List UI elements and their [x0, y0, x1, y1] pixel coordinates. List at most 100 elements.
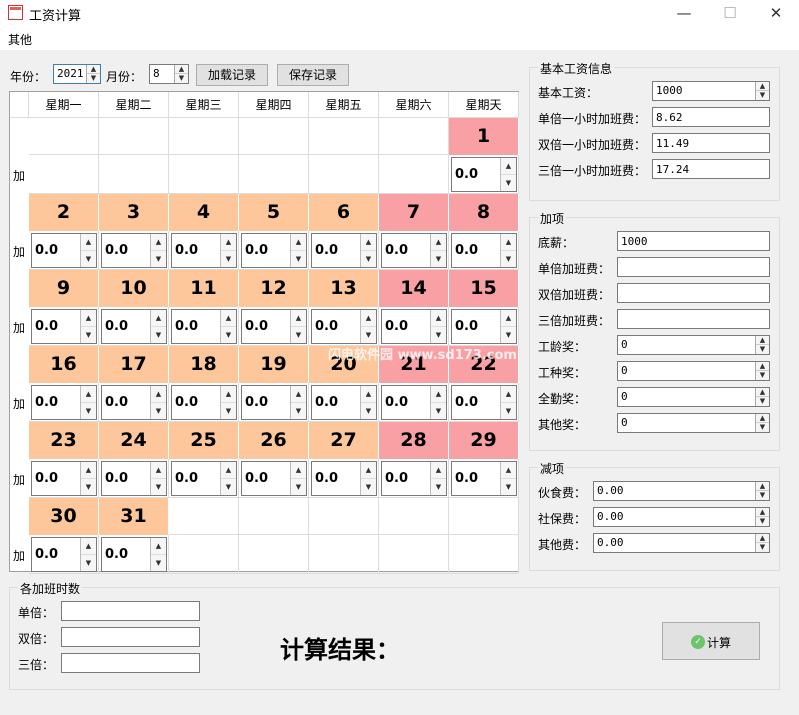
overtime-spinner[interactable]: 0.0 ▲ ▼	[31, 385, 97, 420]
day-cell[interactable]: 11	[169, 270, 239, 307]
overtime-spinner[interactable]: 0.0 ▲ ▼	[451, 157, 517, 192]
spin-up-icon[interactable]: ▲	[756, 362, 769, 371]
spin-down-icon[interactable]: ▼	[221, 402, 236, 419]
spin-up-icon[interactable]: ▲	[431, 386, 446, 403]
overtime-spinner[interactable]: 0.0 ▲ ▼	[451, 385, 517, 420]
calculate-button[interactable]: ✓ 计算	[662, 622, 760, 660]
overtime-spinner[interactable]: 0.0 ▲ ▼	[31, 461, 97, 496]
value-spinner[interactable]: 0 ▲ ▼	[617, 361, 770, 381]
value-field[interactable]	[617, 309, 770, 329]
spin-down-icon[interactable]: ▼	[291, 478, 306, 495]
spin-up-icon[interactable]: ▲	[291, 462, 306, 479]
spin-down-icon[interactable]: ▼	[151, 554, 166, 571]
overtime-spinner[interactable]: 0.0 ▲ ▼	[381, 233, 447, 268]
value-spinner[interactable]: 0.00 ▲ ▼	[593, 481, 770, 501]
spin-down-icon[interactable]: ▼	[756, 423, 769, 432]
day-cell[interactable]: 19	[239, 346, 309, 383]
close-button[interactable]: ✕	[753, 0, 799, 28]
spin-up-icon[interactable]: ▲	[501, 386, 516, 403]
day-cell[interactable]: 14	[379, 270, 449, 307]
spin-up-icon[interactable]: ▲	[756, 508, 769, 517]
spin-down-icon[interactable]: ▼	[175, 74, 188, 83]
spin-up-icon[interactable]: ▲	[81, 538, 96, 555]
spin-down-icon[interactable]: ▼	[221, 326, 236, 343]
spin-down-icon[interactable]: ▼	[361, 402, 376, 419]
spin-up-icon[interactable]: ▲	[291, 386, 306, 403]
value-field[interactable]: 8.62	[652, 107, 770, 127]
day-cell[interactable]: 2	[29, 194, 99, 231]
spin-up-icon[interactable]: ▲	[501, 462, 516, 479]
spin-up-icon[interactable]: ▲	[291, 310, 306, 327]
spin-down-icon[interactable]: ▼	[431, 478, 446, 495]
spin-down-icon[interactable]: ▼	[151, 478, 166, 495]
overtime-spinner[interactable]: 0.0 ▲ ▼	[241, 309, 307, 344]
spin-up-icon[interactable]: ▲	[501, 158, 516, 175]
spin-down-icon[interactable]: ▼	[81, 250, 96, 267]
spin-down-icon[interactable]: ▼	[81, 326, 96, 343]
spin-down-icon[interactable]: ▼	[501, 402, 516, 419]
spin-up-icon[interactable]: ▲	[756, 482, 769, 491]
spin-down-icon[interactable]: ▼	[756, 517, 769, 526]
spin-down-icon[interactable]: ▼	[361, 478, 376, 495]
value-spinner[interactable]: 0 ▲ ▼	[617, 413, 770, 433]
spin-up-icon[interactable]: ▲	[221, 462, 236, 479]
value-spinner[interactable]: 0 ▲ ▼	[617, 335, 770, 355]
spin-up-icon[interactable]: ▲	[221, 310, 236, 327]
overtime-spinner[interactable]: 0.0 ▲ ▼	[381, 461, 447, 496]
overtime-spinner[interactable]: 0.0 ▲ ▼	[451, 233, 517, 268]
day-cell[interactable]: 8	[449, 194, 519, 231]
spin-down-icon[interactable]: ▼	[291, 326, 306, 343]
spin-down-icon[interactable]: ▼	[221, 478, 236, 495]
overtime-spinner[interactable]: 0.0 ▲ ▼	[381, 385, 447, 420]
overtime-spinner[interactable]: 0.0 ▲ ▼	[311, 461, 377, 496]
day-cell[interactable]: 10	[99, 270, 169, 307]
spin-down-icon[interactable]: ▼	[291, 402, 306, 419]
day-cell[interactable]: 5	[239, 194, 309, 231]
overtime-spinner[interactable]: 0.0 ▲ ▼	[311, 385, 377, 420]
spin-up-icon[interactable]: ▲	[431, 462, 446, 479]
spin-up-icon[interactable]: ▲	[431, 234, 446, 251]
overtime-spinner[interactable]: 0.0 ▲ ▼	[381, 309, 447, 344]
spin-down-icon[interactable]: ▼	[151, 402, 166, 419]
spin-up-icon[interactable]: ▲	[81, 386, 96, 403]
value-field[interactable]: 17.24	[652, 159, 770, 179]
spin-down-icon[interactable]: ▼	[756, 371, 769, 380]
maximize-button[interactable]: ☐	[707, 0, 753, 28]
save-record-button[interactable]: 保存记录	[277, 64, 349, 86]
spin-down-icon[interactable]: ▼	[756, 491, 769, 500]
spin-up-icon[interactable]: ▲	[221, 386, 236, 403]
load-record-button[interactable]: 加载记录	[196, 64, 268, 86]
overtime-spinner[interactable]: 0.0 ▲ ▼	[451, 461, 517, 496]
spin-down-icon[interactable]: ▼	[501, 174, 516, 191]
overtime-spinner[interactable]: 0.0 ▲ ▼	[31, 233, 97, 268]
spin-up-icon[interactable]: ▲	[501, 234, 516, 251]
spin-up-icon[interactable]: ▲	[756, 336, 769, 345]
value-field[interactable]	[61, 653, 200, 673]
overtime-spinner[interactable]: 0.0 ▲ ▼	[31, 537, 97, 572]
day-cell[interactable]: 27	[309, 422, 379, 459]
value-field[interactable]	[617, 257, 770, 277]
day-cell[interactable]: 29	[449, 422, 519, 459]
overtime-spinner[interactable]: 0.0 ▲ ▼	[311, 309, 377, 344]
day-cell[interactable]: 18	[169, 346, 239, 383]
day-cell[interactable]: 31	[99, 498, 169, 535]
overtime-spinner[interactable]: 0.0 ▲ ▼	[101, 385, 167, 420]
day-cell[interactable]: 12	[239, 270, 309, 307]
overtime-spinner[interactable]: 0.0 ▲ ▼	[101, 233, 167, 268]
value-spinner[interactable]: 0.00 ▲ ▼	[593, 533, 770, 553]
minimize-button[interactable]: —	[661, 0, 707, 28]
spin-down-icon[interactable]: ▼	[291, 250, 306, 267]
spin-down-icon[interactable]: ▼	[81, 478, 96, 495]
spin-up-icon[interactable]: ▲	[81, 310, 96, 327]
value-field[interactable]	[61, 627, 200, 647]
value-field[interactable]: 1000	[617, 231, 770, 251]
month-spinner[interactable]: 8 ▲ ▼	[149, 64, 189, 84]
overtime-spinner[interactable]: 0.0 ▲ ▼	[171, 461, 237, 496]
value-spinner[interactable]: 1000 ▲ ▼	[652, 81, 770, 101]
spin-up-icon[interactable]: ▲	[756, 388, 769, 397]
spin-down-icon[interactable]: ▼	[431, 402, 446, 419]
spin-up-icon[interactable]: ▲	[81, 462, 96, 479]
spin-down-icon[interactable]: ▼	[361, 250, 376, 267]
spin-down-icon[interactable]: ▼	[501, 478, 516, 495]
day-cell[interactable]: 4	[169, 194, 239, 231]
